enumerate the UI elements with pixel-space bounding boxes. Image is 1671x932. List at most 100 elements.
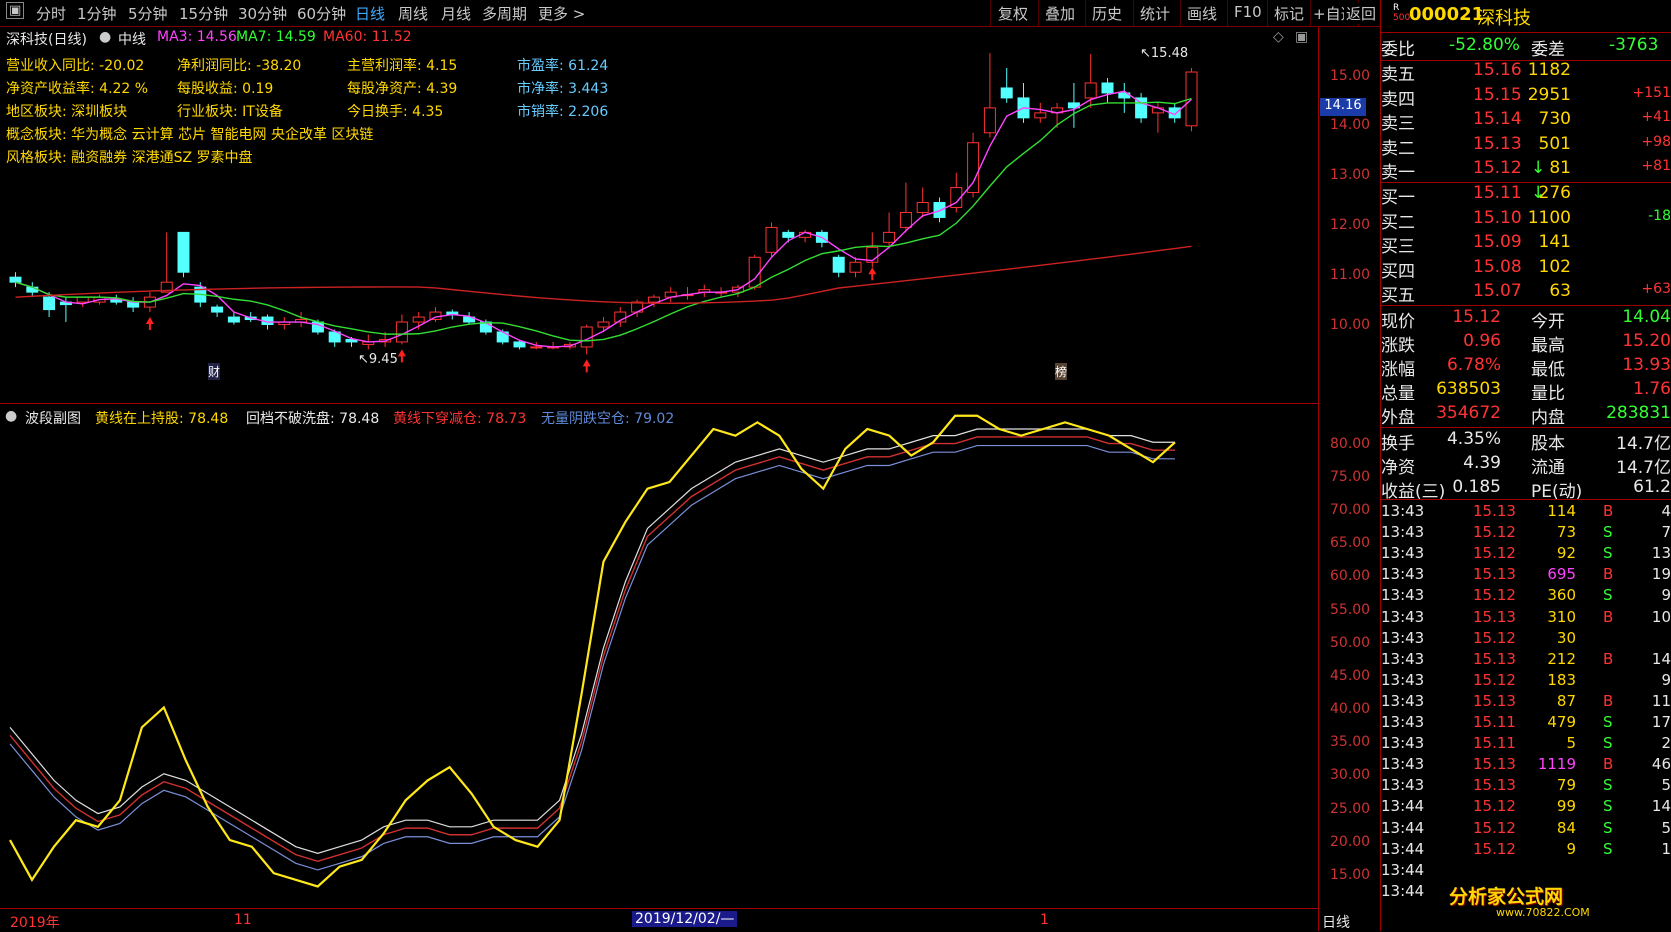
price-label-10: 10.00 bbox=[1330, 317, 1371, 333]
f10-button[interactable]: F10 bbox=[1234, 3, 1262, 21]
stat-value: 1.76 bbox=[1633, 379, 1671, 399]
candle-body bbox=[1034, 112, 1047, 119]
back-button[interactable]: 返回 bbox=[1344, 3, 1377, 24]
sub-line4: 无量阴跌空仓: 79.02 bbox=[541, 411, 675, 427]
period-toolbar: ▣ 分时 1分钟 5分钟 15分钟 30分钟 60分钟 日线 周线 月线 多周期… bbox=[0, 0, 1380, 27]
book-price: 15.07 bbox=[1473, 281, 1522, 301]
tick-row: 13:44 15.12 9 S 1 bbox=[1381, 840, 1671, 862]
asks-row: 卖二 15.13 501 +98 bbox=[1381, 133, 1671, 159]
tick-count: 17 bbox=[1651, 713, 1671, 731]
tab-daily[interactable]: 日线 bbox=[355, 3, 385, 24]
candle-body bbox=[211, 306, 224, 313]
stat-row: 现价 15.12 今开 14.04 bbox=[1381, 307, 1671, 332]
tick-volume: 360 bbox=[1547, 586, 1576, 605]
tick-volume: 92 bbox=[1556, 544, 1576, 563]
buy-arrow-icon bbox=[145, 317, 154, 331]
white-line bbox=[9, 428, 1175, 854]
stat-value: 4.39 bbox=[1463, 453, 1501, 473]
tab-monthly[interactable]: 月线 bbox=[441, 3, 471, 24]
indicator-toggle-icon[interactable]: ● bbox=[99, 29, 111, 45]
tab-more[interactable]: 更多 > bbox=[538, 3, 585, 24]
sub-title[interactable]: 波段副图 bbox=[25, 408, 81, 428]
mark-button[interactable]: 标记 bbox=[1274, 3, 1304, 24]
fuquan-button[interactable]: 复权 bbox=[998, 3, 1028, 24]
price-label-12: 12.00 bbox=[1330, 217, 1371, 233]
book-level-label: 卖三 bbox=[1381, 114, 1415, 134]
date-cursor: 2019/12/02/— bbox=[632, 911, 738, 927]
tab-60min[interactable]: 60分钟 bbox=[297, 3, 346, 24]
date-month-11: 11 bbox=[234, 912, 252, 928]
marker-bang[interactable]: 榜 bbox=[1055, 363, 1068, 380]
indicator-name[interactable]: 中线 bbox=[118, 29, 146, 49]
candle-body bbox=[933, 202, 946, 218]
stat-value: 14.7亿 bbox=[1616, 458, 1671, 478]
candle-body bbox=[967, 142, 980, 194]
tick-row: 13:43 15.13 1119 B 46 bbox=[1381, 755, 1671, 777]
stat-row: 总量 638503 量比 1.76 bbox=[1381, 379, 1671, 404]
sub-indicator-pane[interactable]: ● 波段副图 黄线在上持股: 78.48 回档不破洗盘: 78.48 黄线下穿减… bbox=[0, 404, 1370, 908]
tick-side: B bbox=[1603, 607, 1614, 626]
sub-label-30: 30.00 bbox=[1330, 767, 1371, 783]
candle-body bbox=[530, 346, 543, 349]
window-icon[interactable]: ▣ bbox=[1295, 29, 1308, 45]
stat-row: 涨幅 6.78% 最低 13.93 bbox=[1381, 355, 1671, 380]
overlay-button[interactable]: 叠加 bbox=[1045, 3, 1075, 24]
tick-volume: 479 bbox=[1547, 713, 1576, 731]
tick-count: 14 bbox=[1651, 797, 1671, 816]
date-axis: 2019年 11 2019/12/02/— 1 日线 bbox=[0, 908, 1350, 932]
stat-row: 换手 4.35% 股本 14.7亿 bbox=[1381, 429, 1671, 454]
tick-row: 13:43 15.12 92 S 13 bbox=[1381, 544, 1671, 566]
stat-label: 换手 bbox=[1381, 434, 1415, 454]
bids-row: 买二 15.10 1100 -18 bbox=[1381, 208, 1671, 233]
tab-5min[interactable]: 5分钟 bbox=[128, 3, 168, 24]
tick-row: 13:44 bbox=[1381, 861, 1671, 883]
fund-turnover: 今日换手: 4.35 bbox=[347, 104, 444, 120]
tab-1min[interactable]: 1分钟 bbox=[77, 3, 117, 24]
tab-multi-period[interactable]: 多周期 bbox=[482, 3, 527, 24]
candle-body bbox=[76, 296, 89, 303]
sub-line2: 回档不破洗盘: 78.48 bbox=[246, 411, 380, 427]
tick-price: 15.13 bbox=[1473, 607, 1516, 626]
stat-label: 最低 bbox=[1531, 360, 1565, 380]
tick-row: 13:43 15.13 212 B 14 bbox=[1381, 650, 1671, 672]
kline-pane[interactable]: 深科技(日线) ● 中线 MA3: 14.56 MA7: 14.59 MA60:… bbox=[0, 27, 1370, 404]
tick-side: S bbox=[1603, 797, 1613, 816]
candle-body bbox=[849, 261, 862, 273]
stats-button[interactable]: 统计 bbox=[1140, 3, 1170, 24]
book-level-label: 卖二 bbox=[1381, 138, 1415, 159]
tab-fenshi[interactable]: 分时 bbox=[36, 3, 66, 24]
chart-title: 深科技(日线) bbox=[6, 32, 87, 48]
diamond-icon[interactable]: ◇ bbox=[1273, 29, 1284, 45]
tick-row: 13:43 15.13 114 B 4 bbox=[1381, 502, 1671, 524]
stat-value: 638503 bbox=[1436, 379, 1501, 399]
stat-value: 283831 bbox=[1606, 403, 1671, 423]
book-price: 15.13 bbox=[1473, 133, 1522, 154]
sub-label-80: 80.00 bbox=[1330, 436, 1371, 452]
history-button[interactable]: 历史 bbox=[1092, 3, 1122, 24]
fund-ps: 市销率: 2.206 bbox=[517, 104, 609, 120]
sub-toggle-icon[interactable]: ● bbox=[5, 408, 17, 424]
menu-icon[interactable]: ▣ bbox=[6, 2, 25, 19]
candle-body bbox=[597, 321, 610, 328]
tab-weekly[interactable]: 周线 bbox=[398, 3, 428, 24]
tick-count: 5 bbox=[1661, 818, 1671, 837]
book-volume: 2951 bbox=[1527, 84, 1571, 105]
stat-value: 0.96 bbox=[1463, 331, 1501, 351]
tick-count: 14 bbox=[1651, 649, 1671, 668]
fund-profit: 净利润同比: -38.20 bbox=[177, 58, 302, 74]
tick-price: 15.12 bbox=[1473, 839, 1516, 858]
tab-15min[interactable]: 15分钟 bbox=[179, 3, 228, 24]
ma7-value: MA7: 14.59 bbox=[236, 29, 316, 45]
tab-30min[interactable]: 30分钟 bbox=[238, 3, 287, 24]
period-label[interactable]: 日线 bbox=[1322, 912, 1350, 932]
marker-cai[interactable]: 财 bbox=[208, 363, 221, 380]
draw-button[interactable]: 画线 bbox=[1187, 3, 1217, 24]
tick-row: 13:44 15.12 84 S 5 bbox=[1381, 819, 1671, 841]
stat-value: 354672 bbox=[1436, 403, 1501, 423]
candle-body bbox=[513, 341, 526, 348]
current-price-tag: 14.16 bbox=[1320, 98, 1366, 116]
tick-time: 13:43 bbox=[1381, 523, 1425, 542]
price-label-14: 14.00 bbox=[1330, 117, 1371, 133]
tick-count: 9 bbox=[1661, 670, 1671, 689]
book-volume: 141 bbox=[1538, 232, 1571, 252]
